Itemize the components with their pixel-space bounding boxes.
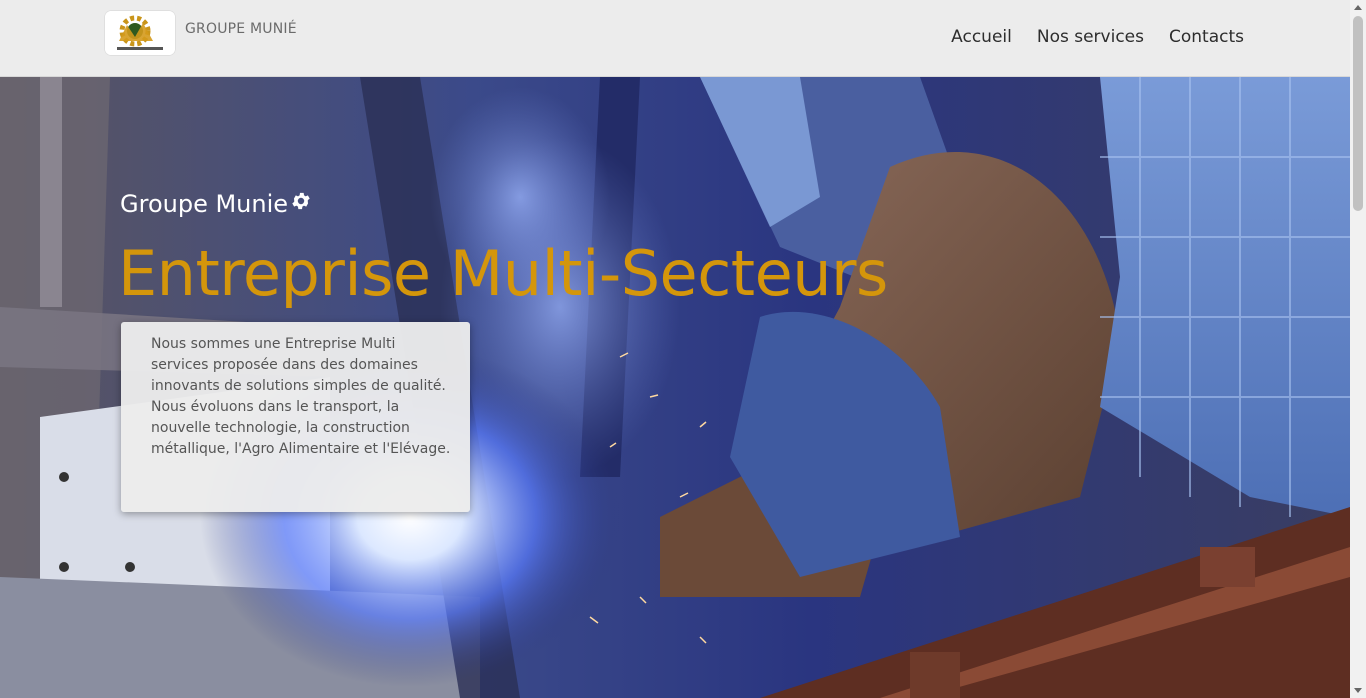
scroll-up-arrow-icon[interactable] xyxy=(1354,5,1362,10)
nav-link-services[interactable]: Nos services xyxy=(1037,27,1144,47)
scroll-down-arrow-icon[interactable] xyxy=(1354,688,1362,693)
intro-paragraph-1: Nous sommes une Entreprise Multi service… xyxy=(151,336,446,394)
nav-link-accueil[interactable]: Accueil xyxy=(951,27,1012,47)
nav-link-contacts[interactable]: Contacts xyxy=(1169,27,1244,47)
hero-section: Groupe Munie Entreprise Multi-Secteurs N… xyxy=(0,77,1350,698)
scroll-thumb[interactable] xyxy=(1353,16,1363,211)
intro-paragraph-2: Nous évoluons dans le transport, la nouv… xyxy=(151,399,451,457)
nav-menu: Accueil Nos services Contacts xyxy=(951,27,1244,47)
hero-title: Entreprise Multi-Secteurs xyxy=(118,237,888,310)
intro-card: Nous sommes une Entreprise Multi service… xyxy=(121,322,470,512)
gear-logo-icon xyxy=(105,11,175,55)
gear-icon xyxy=(290,190,312,218)
page-scrollbar[interactable] xyxy=(1350,0,1366,698)
brand-name[interactable]: GROUPE MUNIÉ xyxy=(185,21,297,37)
hero-subtitle: Groupe Munie xyxy=(120,190,312,218)
brand-logo[interactable] xyxy=(105,11,175,55)
hero-subtitle-text: Groupe Munie xyxy=(120,190,289,218)
navbar: GROUPE MUNIÉ Accueil Nos services Contac… xyxy=(0,0,1350,77)
